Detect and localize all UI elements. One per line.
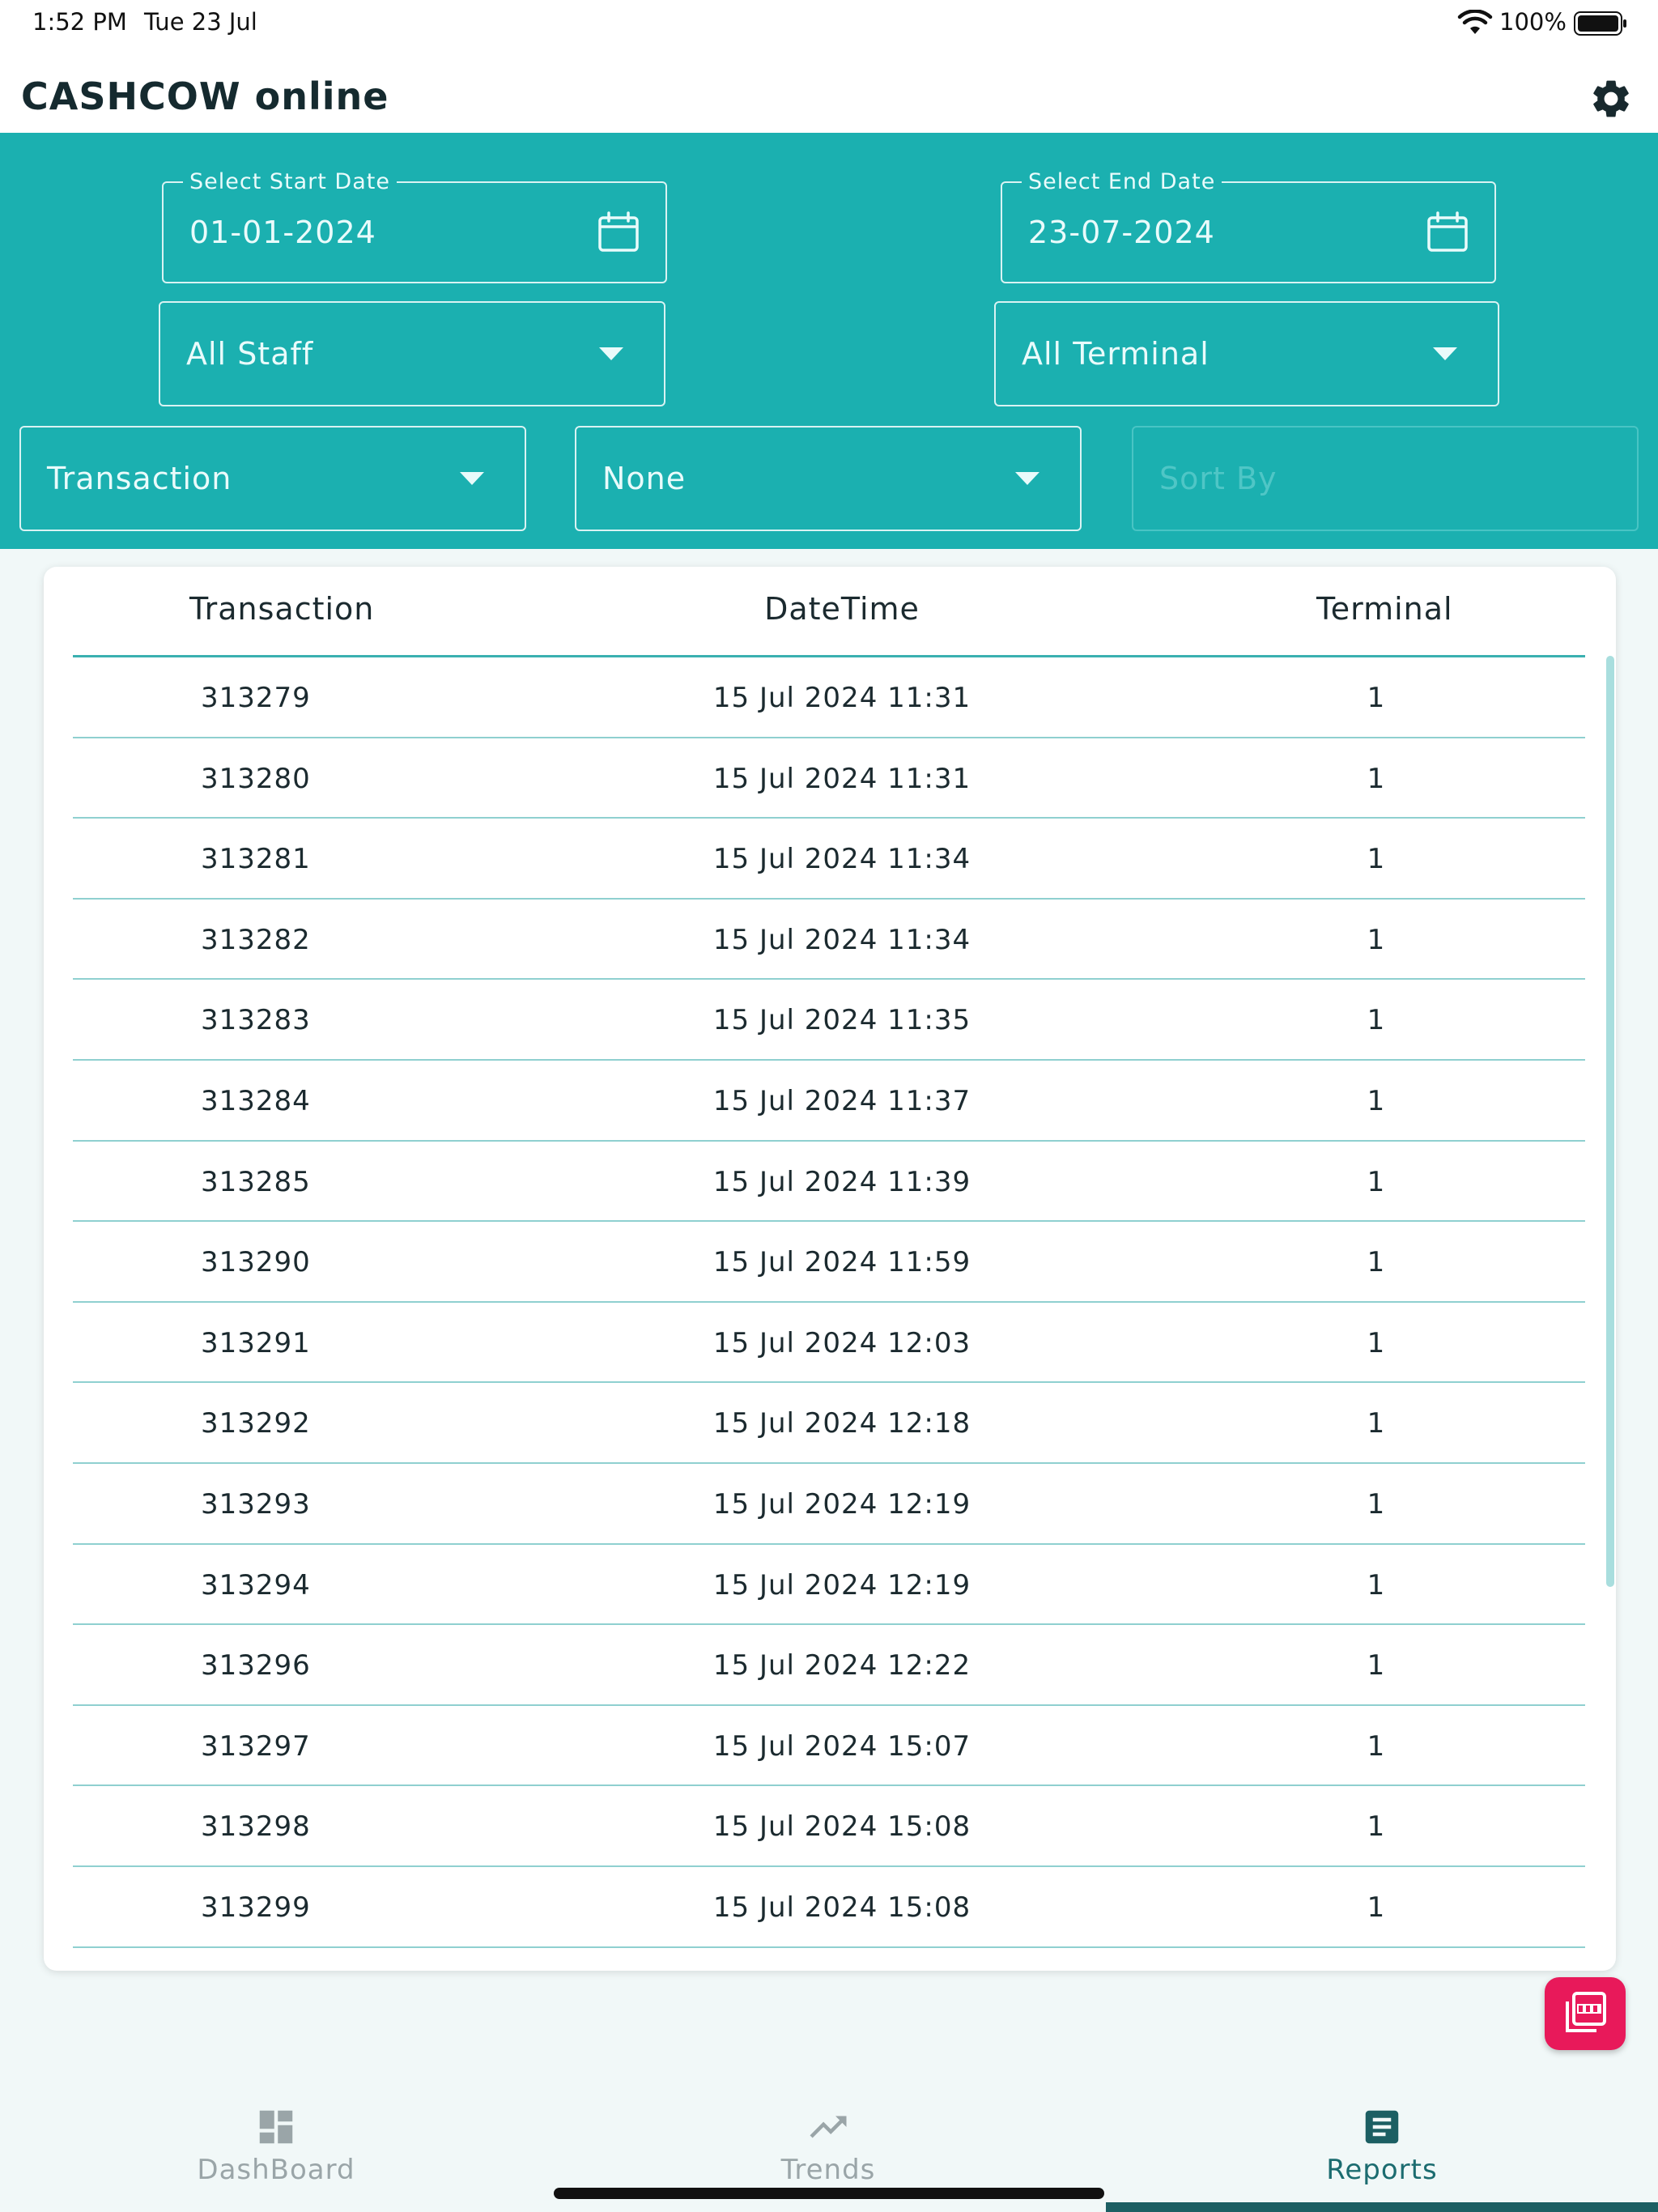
table-header: Transaction DateTime Terminal	[73, 567, 1585, 657]
chevron-down-icon	[599, 347, 623, 360]
nav-active-indicator	[1106, 2202, 1658, 2212]
status-date: Tue 23 Jul	[144, 8, 257, 36]
start-date-field[interactable]: Select Start Date 01-01-2024	[162, 169, 667, 283]
battery-percent: 100%	[1499, 8, 1567, 36]
end-date-field[interactable]: Select End Date 23-07-2024	[1001, 169, 1496, 283]
cell-terminal: 1	[1367, 1810, 1386, 1844]
filter-panel: Select Start Date 01-01-2024 Select End …	[0, 133, 1658, 549]
wifi-icon	[1457, 10, 1493, 34]
table-body: 313279 15 Jul 2024 11:31 1 313280 15 Jul 202…	[73, 657, 1585, 1948]
table-row[interactable]: 313282 15 Jul 2024 11:34 1	[73, 900, 1585, 981]
end-date-label: Select End Date	[1022, 169, 1222, 194]
table-row[interactable]: 313283 15 Jul 2024 11:35 1	[73, 980, 1585, 1061]
status-bar: 1:52 PM Tue 23 Jul 100%	[0, 0, 1658, 45]
staff-select[interactable]: All Staff	[159, 301, 665, 406]
table-row[interactable]: 313299 15 Jul 2024 15:08 1	[73, 1867, 1585, 1948]
cell-terminal: 1	[1367, 682, 1386, 714]
cell-terminal: 1	[1367, 923, 1386, 956]
cell-terminal: 1	[1367, 1326, 1386, 1359]
cell-terminal: 1	[1367, 1649, 1386, 1682]
table-row[interactable]: 313292 15 Jul 2024 12:18 1	[73, 1383, 1585, 1464]
nav-label-dashboard: DashBoard	[197, 2154, 355, 2186]
cell-terminal: 1	[1367, 1084, 1386, 1117]
chevron-down-icon	[1015, 472, 1039, 485]
calendar-icon[interactable]	[596, 210, 641, 255]
column-header-terminal: Terminal	[1316, 591, 1453, 627]
group-select[interactable]: None	[575, 426, 1082, 531]
table-scrollbar[interactable]	[1606, 656, 1614, 1587]
start-date-label: Select Start Date	[183, 169, 397, 194]
app-title: CASHCOW online	[21, 74, 389, 118]
table-row[interactable]: 313298 15 Jul 2024 15:08 1	[73, 1786, 1585, 1867]
nav-item-trends[interactable]: Trends	[552, 2105, 1104, 2186]
article-icon	[1365, 2110, 1399, 2144]
status-time: 1:52 PM	[32, 8, 127, 36]
table-row[interactable]: 313285 15 Jul 2024 11:39 1	[73, 1142, 1585, 1223]
table-row[interactable]: 313291 15 Jul 2024 12:03 1	[73, 1303, 1585, 1384]
pdf-export-button[interactable]	[1545, 1977, 1626, 2050]
table-row[interactable]: 313296 15 Jul 2024 12:22 1	[73, 1625, 1585, 1706]
nav-label-trends: Trends	[780, 2154, 876, 2186]
cell-terminal: 1	[1367, 1487, 1386, 1521]
cell-terminal: 1	[1367, 1165, 1386, 1198]
report-type-value: Transaction	[47, 461, 232, 496]
cell-terminal: 1	[1367, 1004, 1386, 1037]
terminal-select[interactable]: All Terminal	[994, 301, 1499, 406]
dashboard-icon	[259, 2110, 293, 2144]
table-row[interactable]: 313290 15 Jul 2024 11:59 1	[73, 1222, 1585, 1303]
cell-terminal: 1	[1367, 843, 1386, 876]
cell-terminal: 1	[1367, 1568, 1386, 1602]
start-date-value: 01-01-2024	[189, 215, 376, 250]
nav-item-dashboard[interactable]: DashBoard	[0, 2105, 552, 2186]
table-row[interactable]: 313279 15 Jul 2024 11:31 1	[73, 657, 1585, 738]
trending-up-icon	[810, 2116, 847, 2138]
battery-icon	[1574, 11, 1626, 36]
sort-by-field[interactable]: Sort By	[1132, 426, 1639, 531]
gear-icon[interactable]	[1588, 76, 1634, 121]
staff-select-value: All Staff	[186, 336, 314, 372]
end-date-value: 23-07-2024	[1028, 215, 1215, 250]
cell-terminal: 1	[1367, 1246, 1386, 1279]
app-bar: CASHCOW online	[0, 45, 1658, 133]
report-type-select[interactable]: Transaction	[19, 426, 526, 531]
sort-by-placeholder: Sort By	[1159, 461, 1278, 496]
cell-terminal: 1	[1367, 762, 1386, 795]
table-row[interactable]: 313281 15 Jul 2024 11:34 1	[73, 819, 1585, 900]
cell-terminal: 1	[1367, 1407, 1386, 1440]
terminal-select-value: All Terminal	[1022, 336, 1209, 372]
table-row[interactable]: 313284 15 Jul 2024 11:37 1	[73, 1061, 1585, 1142]
chevron-down-icon	[1433, 347, 1457, 360]
calendar-icon[interactable]	[1425, 210, 1470, 255]
chevron-down-icon	[460, 472, 484, 485]
pdf-icon	[1566, 1992, 1606, 2032]
group-select-value: None	[602, 461, 687, 496]
table-row[interactable]: 313294 15 Jul 2024 12:19 1	[73, 1545, 1585, 1626]
nav-item-reports[interactable]: Reports	[1106, 2105, 1658, 2186]
home-indicator[interactable]	[554, 2188, 1104, 2199]
report-table: Transaction DateTime Terminal 313279 15 J…	[44, 567, 1616, 1971]
cell-terminal: 1	[1367, 1729, 1386, 1763]
cell-terminal: 1	[1367, 1891, 1386, 1924]
table-row[interactable]: 313280 15 Jul 2024 11:31 1	[73, 738, 1585, 819]
table-row[interactable]: 313293 15 Jul 2024 12:19 1	[73, 1464, 1585, 1545]
nav-label-reports: Reports	[1326, 2154, 1438, 2186]
table-row[interactable]: 313297 15 Jul 2024 15:07 1	[73, 1706, 1585, 1787]
